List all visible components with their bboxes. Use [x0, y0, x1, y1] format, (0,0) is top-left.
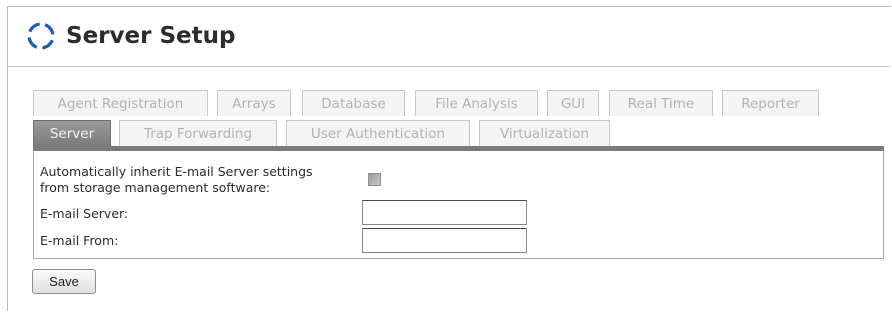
tab-file-analysis[interactable]: File Analysis [415, 90, 538, 116]
inherit-label-line1: Automatically inherit E-mail Server sett… [40, 164, 313, 179]
inherit-settings-checkbox[interactable] [368, 173, 381, 186]
page-title: Server Setup [66, 23, 236, 49]
tab-trap-forwarding[interactable]: Trap Forwarding [119, 120, 277, 146]
tab-database[interactable]: Database [302, 90, 405, 116]
email-from-field[interactable] [362, 228, 527, 253]
save-button[interactable]: Save [32, 269, 96, 294]
circular-dashed-ring-icon [27, 22, 55, 50]
email-from-label: E-mail From: [40, 233, 119, 248]
tab-gui[interactable]: GUI [547, 90, 599, 116]
tab-agent-registration[interactable]: Agent Registration [33, 90, 208, 116]
tab-server[interactable]: Server [33, 120, 111, 146]
tab-real-time[interactable]: Real Time [609, 90, 713, 116]
tab-reporter[interactable]: Reporter [722, 90, 819, 116]
email-server-field[interactable] [362, 200, 527, 225]
inherit-label-line2: from storage management software: [40, 180, 271, 195]
page-header: Server Setup [8, 7, 890, 67]
tab-user-authentication[interactable]: User Authentication [286, 120, 470, 146]
tab-arrays[interactable]: Arrays [217, 90, 291, 116]
email-server-label: E-mail Server: [40, 206, 129, 221]
tab-virtualization[interactable]: Virtualization [479, 120, 610, 146]
